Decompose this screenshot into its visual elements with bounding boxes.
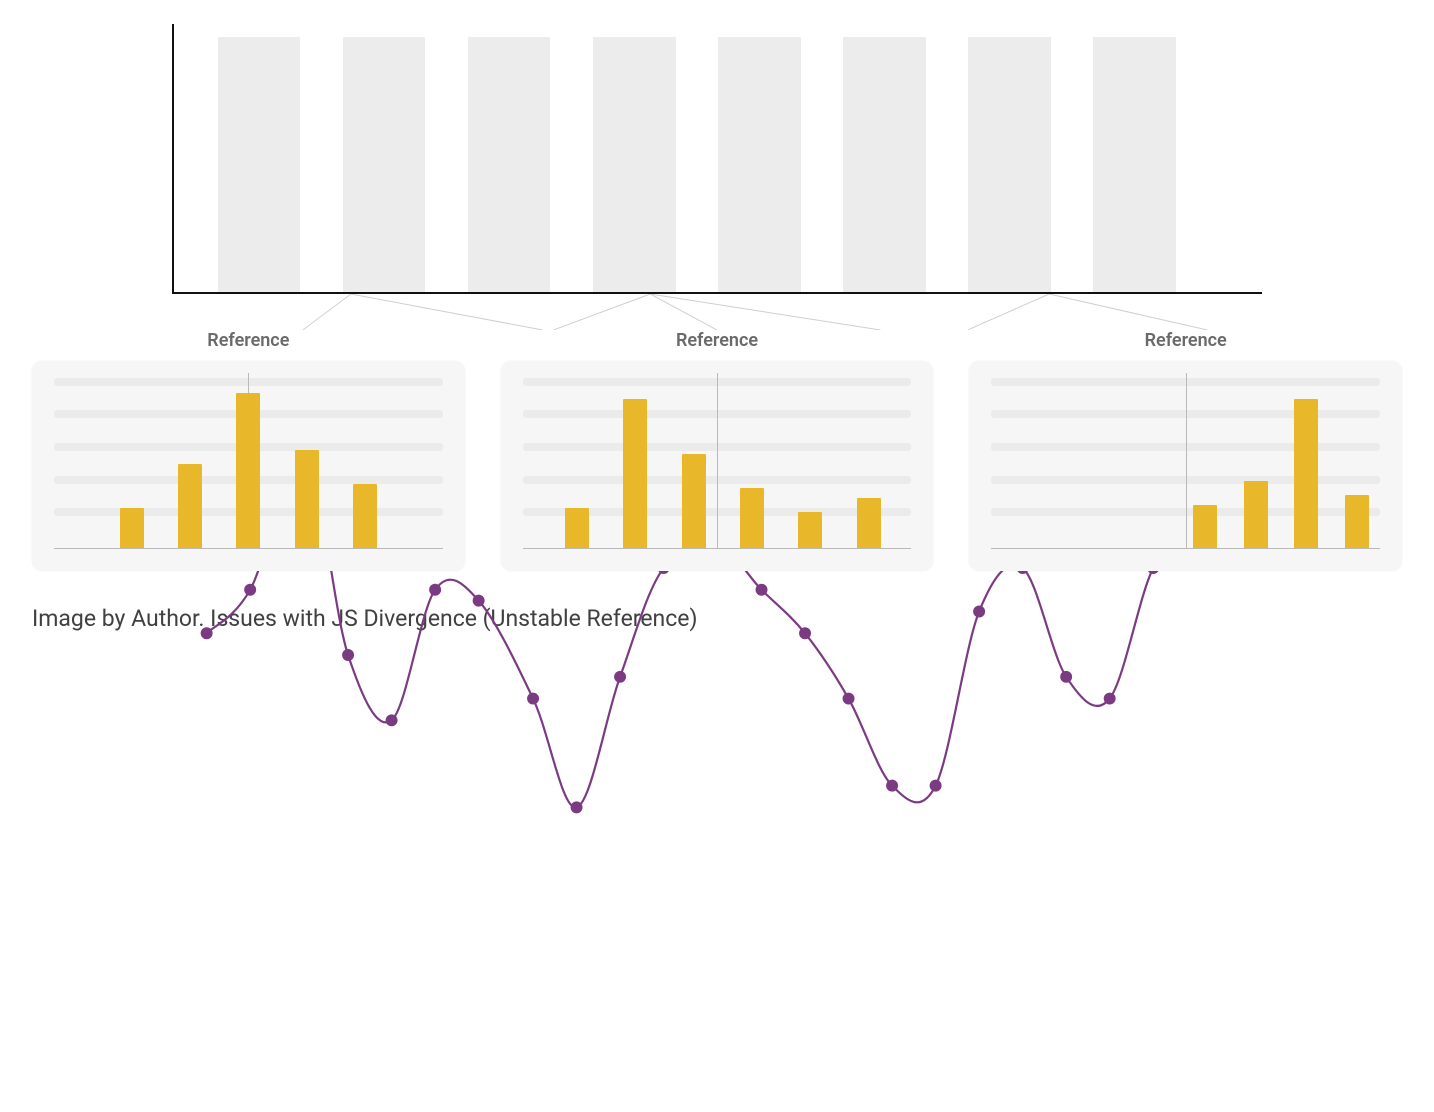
- histogram-bar: [565, 508, 589, 549]
- histogram-bar: [857, 498, 881, 549]
- histogram-bar: [798, 512, 822, 549]
- histogram-bar: [295, 450, 319, 549]
- histogram-bar: [682, 454, 706, 549]
- histogram-bar: [353, 484, 377, 549]
- histogram-bar: [623, 399, 647, 549]
- histogram-bar: [120, 508, 144, 549]
- histogram-bar: [236, 393, 260, 549]
- baseline: [991, 548, 1380, 549]
- top-chart-area: [32, 24, 1402, 330]
- vertical-axis: [1186, 373, 1187, 549]
- reference-card: Reference: [969, 330, 1402, 571]
- reference-histogram: [501, 361, 934, 571]
- baseline: [523, 548, 912, 549]
- reference-card: Reference: [32, 330, 465, 571]
- top-line-chart: [172, 24, 1262, 294]
- histogram-bar: [178, 464, 202, 549]
- reference-histogram: [969, 361, 1402, 571]
- histogram-bar: [740, 488, 764, 549]
- reference-charts-row: ReferenceReferenceReference: [32, 330, 1402, 571]
- histogram-bar: [1193, 505, 1217, 549]
- baseline: [54, 548, 443, 549]
- histogram-bar: [1345, 495, 1369, 549]
- histogram-bar: [1244, 481, 1268, 549]
- reference-card: Reference: [501, 330, 934, 571]
- reference-histogram: [32, 361, 465, 571]
- histogram-bar: [1294, 399, 1318, 549]
- vertical-axis: [717, 373, 718, 549]
